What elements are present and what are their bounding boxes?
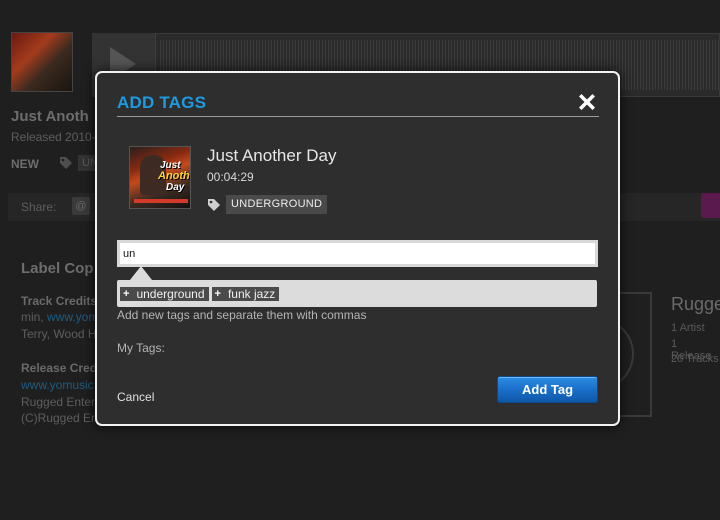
email-share-icon[interactable]: @ bbox=[72, 197, 90, 215]
close-icon[interactable] bbox=[575, 90, 599, 114]
release-credits-heading: Release Cred bbox=[21, 361, 98, 375]
release-credits-link[interactable]: www.yomusic bbox=[21, 378, 94, 392]
art-text: Another bbox=[158, 170, 190, 182]
track-credits-line: min, www.yom bbox=[21, 310, 98, 324]
label-copy-heading: Label Cop bbox=[21, 260, 94, 277]
plus-icon: + bbox=[214, 288, 221, 300]
dialog-title: ADD TAGS bbox=[117, 93, 207, 112]
credits-link[interactable]: www.yom bbox=[47, 310, 98, 324]
track-credits-line: Terry, Wood H bbox=[21, 327, 97, 341]
suggestion-pointer bbox=[130, 266, 152, 280]
artist-stat: 1 Artist bbox=[671, 322, 705, 334]
release-credits-line: Rugged Enter bbox=[21, 395, 96, 409]
art-strip bbox=[134, 199, 188, 203]
artist-name[interactable]: Rugge bbox=[671, 294, 720, 315]
track-title: Just Another Day bbox=[207, 146, 337, 165]
release-title: Just Anoth bbox=[11, 108, 89, 125]
release-cover-art[interactable] bbox=[11, 32, 73, 92]
tag-suggestions: + underground + funk jazz bbox=[117, 280, 597, 307]
share-label: Share: bbox=[21, 200, 57, 214]
existing-tag[interactable]: UNDERGROUND bbox=[226, 195, 328, 214]
plus-icon: + bbox=[123, 288, 130, 300]
suggestion-funk-jazz[interactable]: + funk jazz bbox=[211, 287, 280, 301]
new-badge: NEW bbox=[11, 157, 39, 171]
track-duration: 00:04:29 bbox=[207, 170, 254, 184]
title-divider bbox=[117, 116, 599, 117]
purple-action-button[interactable] bbox=[701, 193, 720, 218]
my-tags-label: My Tags: bbox=[117, 341, 165, 355]
release-date: Released 2010- bbox=[11, 130, 96, 144]
track-cover-art: Just Another Day bbox=[129, 146, 191, 209]
art-text: Day bbox=[166, 182, 185, 193]
track-credits-heading: Track Credits bbox=[21, 294, 98, 308]
tag-hint: Add new tags and separate them with comm… bbox=[117, 308, 367, 322]
add-tags-dialog: ADD TAGS Just Another Day Just Another D… bbox=[95, 71, 620, 426]
tag-icon bbox=[60, 157, 72, 169]
cancel-button[interactable]: Cancel bbox=[117, 390, 154, 404]
suggestion-label: underground bbox=[136, 287, 205, 301]
credits-text: min, bbox=[21, 310, 48, 324]
release-credits-line: (C)Rugged Er bbox=[21, 411, 96, 425]
suggestion-label: funk jazz bbox=[227, 287, 276, 301]
tag-input[interactable] bbox=[117, 240, 598, 267]
artist-stat: 20 Tracks bbox=[671, 353, 719, 365]
add-tag-button[interactable]: Add Tag bbox=[497, 376, 598, 403]
suggestion-underground[interactable]: + underground bbox=[120, 287, 209, 301]
tag-icon bbox=[208, 199, 220, 211]
